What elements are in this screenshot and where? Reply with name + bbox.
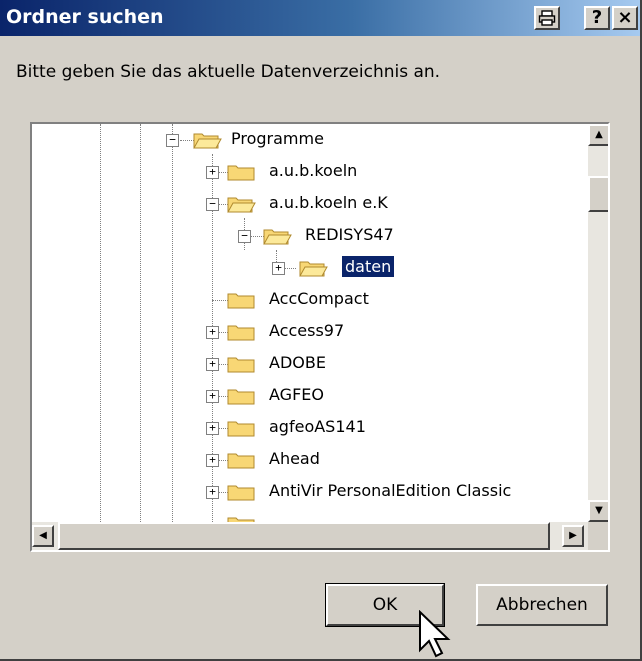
folder-icon — [227, 293, 255, 309]
printer-icon — [538, 10, 556, 26]
folder-tree[interactable]: − Programme + a.u.b.koeln − a.u.b.koeln … — [30, 122, 610, 552]
folder-icon — [227, 453, 255, 469]
help-button[interactable]: ? — [584, 6, 610, 30]
collapse-icon[interactable]: − — [206, 198, 219, 211]
tree-item-label[interactable]: Programme — [228, 128, 327, 149]
close-button[interactable]: × — [612, 6, 638, 30]
scroll-right-button[interactable]: ▶ — [562, 525, 584, 547]
scroll-down-button[interactable]: ▼ — [588, 500, 608, 522]
expand-icon[interactable]: + — [272, 262, 285, 275]
tree-item-label[interactable]: Ahead — [266, 448, 323, 469]
window-title: Ordner suchen — [6, 6, 164, 28]
collapse-icon[interactable]: − — [238, 230, 251, 243]
tree-item-label[interactable]: REDISYS47 — [302, 224, 397, 245]
folder-browse-dialog: Ordner suchen ? × Bitte geben Sie das ak… — [0, 0, 642, 661]
print-button[interactable] — [534, 6, 560, 30]
folder-icon — [227, 325, 255, 341]
open-folder-icon — [227, 197, 256, 213]
tree-guide-line — [172, 124, 173, 522]
open-folder-icon — [299, 261, 328, 277]
tree-item-label[interactable]: ADOBE — [266, 352, 329, 373]
mouse-cursor-icon — [419, 610, 451, 658]
folder-icon — [227, 357, 255, 373]
cancel-button[interactable]: Abbrechen — [476, 584, 608, 626]
tree-item-label[interactable]: agfeoAS141 — [266, 416, 369, 437]
tree-item-label[interactable]: a.u.b.koeln e.K — [266, 192, 391, 213]
title-bar[interactable]: Ordner suchen ? × — [0, 0, 640, 36]
expand-icon[interactable]: + — [206, 166, 219, 179]
arrow-up-icon: ▲ — [595, 129, 603, 140]
expand-icon[interactable]: + — [206, 326, 219, 339]
instruction-text: Bitte geben Sie das aktuelle Datenverzei… — [16, 62, 441, 82]
tree-item-label[interactable]: Access97 — [266, 320, 347, 341]
tree-item-label[interactable]: AGFEO — [266, 384, 327, 405]
scrollbar-corner — [588, 522, 608, 550]
vertical-scrollbar[interactable]: ▲ ▼ — [588, 124, 608, 522]
folder-icon — [227, 389, 255, 405]
hscroll-thumb[interactable] — [58, 522, 550, 550]
collapse-icon[interactable]: − — [166, 134, 179, 147]
arrow-left-icon: ◀ — [39, 530, 47, 541]
tree-item-label[interactable]: a.u.b.koeln — [266, 160, 360, 181]
expand-icon[interactable]: + — [206, 454, 219, 467]
folder-icon — [227, 421, 255, 437]
folder-icon — [227, 165, 255, 181]
open-folder-icon — [193, 133, 222, 149]
tree-item-label-selected[interactable]: daten — [340, 255, 396, 278]
open-folder-icon — [263, 229, 292, 245]
tree-guide-line — [140, 124, 141, 522]
expand-icon[interactable]: + — [206, 390, 219, 403]
expand-icon[interactable]: + — [206, 486, 219, 499]
folder-icon — [227, 485, 255, 501]
tree-guide-line — [100, 124, 101, 522]
tree-item-label[interactable]: AccCompact — [266, 288, 372, 309]
scroll-left-button[interactable]: ◀ — [32, 525, 54, 547]
scroll-up-button[interactable]: ▲ — [588, 124, 608, 146]
tree-item-label[interactable]: AntiVir PersonalEdition Classic — [266, 480, 514, 501]
arrow-right-icon: ▶ — [569, 530, 577, 541]
expand-icon[interactable]: + — [206, 358, 219, 371]
arrow-down-icon: ▼ — [595, 505, 603, 516]
expand-icon[interactable]: + — [206, 422, 219, 435]
scroll-thumb[interactable] — [588, 176, 608, 212]
horizontal-scrollbar[interactable]: ◀ ▶ — [32, 522, 588, 550]
